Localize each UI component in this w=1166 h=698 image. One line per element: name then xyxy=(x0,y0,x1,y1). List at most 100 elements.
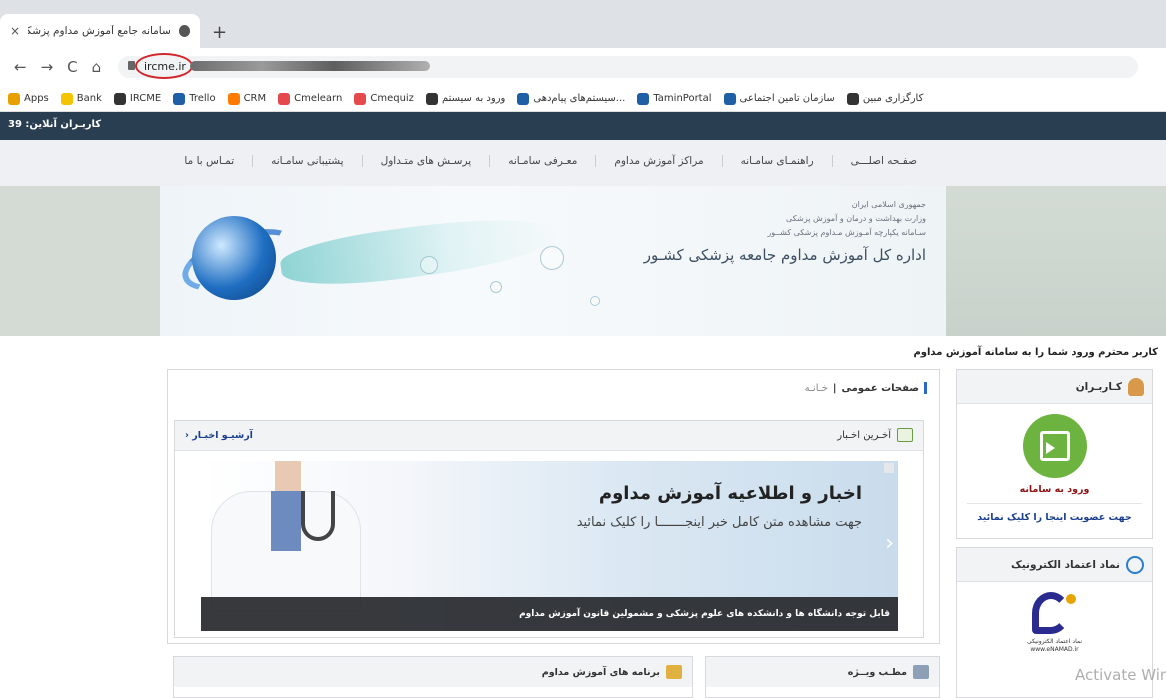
login-button[interactable] xyxy=(1022,414,1087,478)
banner-title: اداره کل آموزش مداوم جامعه پزشکی کشـور xyxy=(643,246,926,264)
bookmark-label: سیستم‌های پیام‌دهی... xyxy=(533,93,626,104)
special-header: مطـب ویــژه xyxy=(706,657,939,687)
breadcrumb-home[interactable]: خـانـه xyxy=(805,383,828,394)
enamad-logo-text: نماد اعتماد الکترونیکی www.eNAMAD.ir xyxy=(1026,638,1083,653)
site-top-bar: کاربـران آنلاین: 39 xyxy=(0,112,1166,140)
tamin-icon xyxy=(723,92,736,105)
breadcrumb-section[interactable]: صفحات عمومی xyxy=(842,383,919,394)
bookmark-item[interactable]: کارگزاری مبین xyxy=(846,92,923,105)
address-toolbar: ← → C ⌂ ircme.ir xyxy=(0,48,1166,86)
breadcrumb-separator: | xyxy=(832,382,837,394)
main-menu-bar: صفـحه اصلـــی راهنمـای سامـانه مراکز آموزش… xyxy=(0,140,1166,186)
new-tab-button[interactable]: + xyxy=(212,22,227,43)
bookmark-item[interactable]: سیستم‌های پیام‌دهی... xyxy=(517,92,626,105)
divider xyxy=(967,503,1142,504)
bookmark-label: Cmelearn xyxy=(294,93,343,104)
message-icon xyxy=(517,92,530,105)
programs-icon xyxy=(666,665,682,679)
home-button[interactable]: ⌂ xyxy=(92,58,102,76)
stethoscope-icon xyxy=(301,491,335,541)
header-banner: جمهوری اسلامی ایران وزارت بهداشت و درمان… xyxy=(160,186,946,336)
bookmark-item[interactable]: Cmequiz xyxy=(354,92,414,105)
register-link[interactable]: جهت عضویت اینجا را کلیک نمائید xyxy=(957,512,1152,523)
user-avatar-icon xyxy=(1128,377,1144,396)
news-pin-icon xyxy=(897,428,913,442)
apps-icon xyxy=(8,92,20,105)
main-content-box: صفحات عمومی | خـانـه آخـرین اخـبار آرشیـ… xyxy=(167,369,940,644)
globe-icon xyxy=(846,92,859,105)
reload-button[interactable]: C xyxy=(67,58,77,76)
tamin-icon xyxy=(637,92,650,105)
news-box: آخـرین اخـبار آرشیـو اخبـار ‹ اخبار و اط… xyxy=(174,420,924,638)
bookmark-item[interactable]: Cmelearn xyxy=(278,92,343,105)
special-box: مطـب ویــژه xyxy=(705,656,940,698)
users-panel-header: کـاربـران xyxy=(957,370,1152,404)
menu-item[interactable]: صفـحه اصلـــی xyxy=(831,155,935,167)
right-gutter xyxy=(946,186,1166,336)
globe-icon xyxy=(113,92,126,105)
programs-title: برنامه های آموزش مداوم xyxy=(541,666,660,678)
browser-tab-strip: سامانه جامع آموزش مداوم پزشکی × + xyxy=(0,0,1166,48)
programs-header: برنامه های آموزش مداوم xyxy=(174,657,692,687)
slide-pause-icon[interactable] xyxy=(884,463,894,473)
slide-next-icon[interactable]: › xyxy=(885,531,894,556)
menu-item[interactable]: راهنمـای سامـانه xyxy=(721,155,832,167)
slide-title: اخبار و اطلاعیه آموزش مداوم xyxy=(598,483,862,504)
bookmark-item[interactable]: Bank xyxy=(60,92,102,105)
browser-tab[interactable]: سامانه جامع آموزش مداوم پزشکی × xyxy=(0,14,200,48)
bookmark-item[interactable]: IRCME xyxy=(113,92,162,105)
bookmark-item[interactable]: ورود به سیستم xyxy=(425,92,505,105)
bookmark-item[interactable]: سازمان تامین اجتماعی xyxy=(723,92,835,105)
login-label[interactable]: ورود به سامانه xyxy=(957,484,1152,495)
red-highlight-circle xyxy=(135,53,193,79)
bookmark-label: CRM xyxy=(243,93,267,104)
enamad-swirl-icon xyxy=(1031,592,1070,634)
special-icon xyxy=(913,665,929,679)
water-splash-graphic xyxy=(277,206,563,296)
menu-item[interactable]: معـرفی سامـانه xyxy=(489,155,595,167)
bookmark-label: سازمان تامین اجتماعی xyxy=(739,93,835,104)
redacted-url-scribble xyxy=(190,61,430,71)
activate-windows-watermark: Activate Win xyxy=(1075,666,1166,684)
doctor-neck xyxy=(275,461,301,495)
url-bar[interactable]: ircme.ir xyxy=(118,53,1138,79)
bubble-graphic xyxy=(540,246,564,270)
menu-item[interactable]: پرسـش های متـداول xyxy=(361,155,490,167)
enamad-panel-title: نماد اعتماد الکترونیک xyxy=(1010,558,1120,571)
tab-title: سامانه جامع آموزش مداوم پزشکی xyxy=(28,25,171,37)
banner-line-2: وزارت بهداشت و درمان و آموزش پزشکی xyxy=(786,214,926,223)
news-header: آخـرین اخـبار آرشیـو اخبـار ‹ xyxy=(175,421,923,451)
menu-item[interactable]: تمـاس با ما xyxy=(166,155,252,167)
bookmark-item[interactable]: TaminPortal xyxy=(637,92,712,105)
menu-item[interactable]: پشتیبانی سامـانه xyxy=(252,155,361,167)
crm-icon xyxy=(227,92,240,105)
cme-icon xyxy=(278,92,291,105)
bookmark-label: TaminPortal xyxy=(653,93,712,104)
news-slider[interactable]: اخبار و اطلاعیه آموزش مداوم جهت مشاهده م… xyxy=(201,461,898,631)
news-archive-link[interactable]: آرشیـو اخبـار ‹ xyxy=(185,430,253,441)
bookmark-item[interactable]: CRM xyxy=(227,92,267,105)
forward-button[interactable]: → xyxy=(41,58,54,76)
bookmark-item[interactable]: Trello xyxy=(173,92,216,105)
enamad-dot-icon xyxy=(1065,594,1076,604)
slide-caption[interactable]: قابل توجه دانشگاه ها و دانشکده های علوم … xyxy=(201,597,898,631)
users-panel-title: کـاربـران xyxy=(1075,380,1122,393)
news-title-label: آخـرین اخـبار xyxy=(837,429,891,441)
news-title: آخـرین اخـبار xyxy=(837,428,913,442)
bubble-graphic xyxy=(420,256,438,274)
banner-text: جمهوری اسلامی ایران وزارت بهداشت و درمان… xyxy=(644,198,926,264)
bookmark-label: IRCME xyxy=(129,93,162,104)
doctor-image xyxy=(201,461,371,611)
globe-icon xyxy=(1126,555,1144,574)
menu-item[interactable]: مراکز آموزش مداوم xyxy=(595,155,721,167)
back-button[interactable]: ← xyxy=(14,58,27,76)
bookmarks-bar: Apps Bank IRCME Trello CRM Cmelearn Cmequiz ورو… xyxy=(0,86,1166,112)
lock-icon xyxy=(128,61,135,70)
tab-close-icon[interactable]: × xyxy=(10,24,20,38)
online-users-count: کاربـران آنلاین: 39 xyxy=(8,119,102,130)
site-favicon-icon xyxy=(178,25,190,37)
bookmark-item[interactable]: Apps xyxy=(8,92,49,105)
slide-subtitle[interactable]: جهت مشاهده متن کامل خبر اینجـــــــا را … xyxy=(577,515,862,530)
breadcrumb-marker xyxy=(924,382,927,394)
special-title: مطـب ویــژه xyxy=(847,666,907,678)
